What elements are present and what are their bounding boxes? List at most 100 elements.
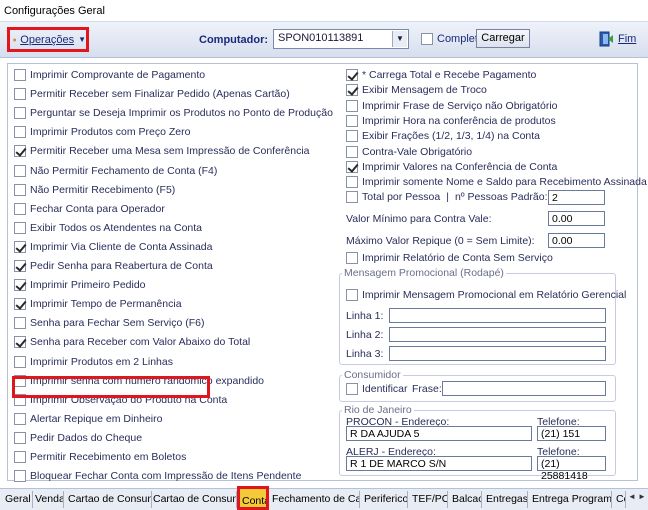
checkbox-box[interactable] [14,298,26,311]
tab-entrega-programada[interactable]: Entrega Programada [530,491,612,508]
right-option-checkbox[interactable]: Exibir Mensagem de Troco [346,83,487,97]
valor-minimo-input[interactable]: 0.00 [548,211,605,226]
tab-geral[interactable]: Geral [3,491,33,508]
right-option-checkbox[interactable]: Contra-Vale Obrigatório [346,145,472,159]
left-option-checkbox[interactable]: Imprimir Primeiro Pedido [14,278,146,292]
checkbox-box[interactable] [346,176,358,189]
tab-balcao[interactable]: Balcao [450,491,482,508]
operacoes-menu-button[interactable]: Operações ▼ [7,27,89,52]
tab-cartao-de-consumo[interactable]: Cartao de Consumo [66,491,152,508]
checkbox-box[interactable] [14,260,26,272]
linha2-input[interactable] [389,327,606,342]
checkbox-box[interactable] [346,289,358,301]
checkbox-box[interactable] [346,114,358,127]
carregar-button[interactable]: Carregar [476,29,530,48]
tab-perifericos[interactable]: Perifericos [362,491,408,508]
left-option-checkbox[interactable]: Permitir Recebimento em Boletos [14,450,186,464]
left-option-checkbox[interactable]: Senha para Receber com Valor Abaixo do T… [14,335,250,349]
dropdown-arrow-icon[interactable]: ▼ [392,31,407,47]
checkbox-box[interactable] [346,191,358,203]
right-option-checkbox[interactable]: Exibir Frações (1/2, 1/3, 1/4) na Conta [346,129,540,143]
tab-vendas[interactable]: Vendas [33,491,64,508]
tab-cartao-de-consumo-2[interactable]: Cartao de Consumo 2 [151,491,237,508]
frase-input[interactable] [442,381,606,396]
checkbox-box[interactable] [346,145,358,158]
checkbox-box[interactable] [14,317,26,330]
linha3-input[interactable] [389,346,606,361]
checkbox-box[interactable] [14,107,26,120]
checkbox-box[interactable] [14,393,26,406]
tab-conta[interactable]: Conta [237,486,269,510]
tab-cc[interactable]: Cc [614,491,626,508]
checkbox-box[interactable] [346,160,358,173]
completo-checkbox[interactable]: Completo [421,33,484,45]
left-option-checkbox[interactable]: Bloquear Fechar Conta com Impressão de I… [14,469,301,483]
imprimir-mensagem-promocional-checkbox[interactable]: Imprimir Mensagem Promocional em Relatór… [346,288,626,302]
left-option-checkbox[interactable]: Imprimir Via Cliente de Conta Assinada [14,240,212,254]
procon-endereco-input[interactable]: R DA AJUDA 5 [346,426,532,441]
checkbox-box[interactable] [14,126,26,139]
left-option-checkbox[interactable]: Pedir Senha para Reabertura de Conta [14,259,213,273]
left-option-checkbox[interactable]: Pedir Dados do Cheque [14,431,142,445]
alerj-telefone-input[interactable]: (21) 25881418 [537,456,606,482]
left-option-checkbox[interactable]: Imprimir Produtos com Preço Zero [14,125,190,139]
maximo-repique-input[interactable]: 0.00 [548,233,605,248]
checkbox-box[interactable] [346,130,358,143]
checkbox-box[interactable] [346,99,358,112]
checkbox-box[interactable] [346,252,358,264]
left-option-checkbox[interactable]: Perguntar se Deseja Imprimir os Produtos… [14,106,333,120]
tab-scroll-left-icon[interactable]: ◄ [628,492,636,501]
checkbox-box[interactable] [14,88,26,101]
right-option-checkbox[interactable]: * Carrega Total e Recebe Pagamento [346,68,536,82]
pessoas-padrao-input[interactable]: 2 [548,190,605,205]
right-option-checkbox[interactable]: Imprimir Hora na conferência de produtos [346,114,556,128]
tab-fechamento-de-caixa[interactable]: Fechamento de Caixa [270,491,360,508]
checkbox-box[interactable] [14,183,26,196]
checkbox-box[interactable] [14,240,26,253]
left-option-checkbox[interactable]: Senha para Fechar Sem Serviço (F6) [14,316,205,330]
left-option-checkbox[interactable]: Imprimir Produtos em 2 Linhas [14,355,173,369]
checkbox-box[interactable] [14,164,26,177]
checkbox-box[interactable] [14,221,26,234]
left-option-checkbox[interactable]: Permitir Receber sem Finalizar Pedido (A… [14,87,290,101]
left-option-checkbox[interactable]: Não Permitir Recebimento (F5) [14,183,175,197]
left-option-checkbox[interactable]: Exibir Todos os Atendentes na Conta [14,221,202,235]
right-option-checkbox[interactable]: Imprimir somente Nome e Saldo para Receb… [346,175,647,189]
tab-entregas[interactable]: Entregas [484,491,528,508]
right-option-checkbox[interactable]: Imprimir Valores na Conferência de Conta [346,160,557,174]
checkbox-box[interactable] [346,84,358,97]
checkbox-box[interactable] [14,431,26,444]
left-option-checkbox[interactable]: Imprimir Comprovante de Pagamento [14,68,205,82]
procon-telefone-input[interactable]: (21) 151 [537,426,606,441]
checkbox-box[interactable] [14,451,26,463]
left-option-checkbox[interactable]: Imprimir Tempo de Permanência [14,297,182,311]
checkbox-box[interactable] [14,355,26,368]
checkbox-box[interactable] [14,374,26,387]
total-por-pessoa-checkbox[interactable]: Total por Pessoa | nº Pessoas Padrão: [346,190,548,204]
checkbox-box[interactable] [421,33,433,45]
checkbox-box[interactable] [346,383,358,395]
tab-scroll-right-icon[interactable]: ► [638,492,646,501]
checkbox-box[interactable] [14,412,26,425]
tab-tef-pos[interactable]: TEF/POS [410,491,448,508]
left-option-checkbox[interactable]: Imprimir senha com número randômico expa… [14,374,264,388]
left-option-checkbox[interactable]: Não Permitir Fechamento de Conta (F4) [14,164,217,178]
checkbox-box[interactable] [14,279,26,292]
right-option-checkbox[interactable]: Imprimir Frase de Serviço não Obrigatóri… [346,99,558,113]
checkbox-box[interactable] [14,470,26,483]
checkbox-box[interactable] [14,202,26,215]
linha1-input[interactable] [389,308,606,323]
left-option-checkbox[interactable]: Alertar Repique em Dinheiro [14,412,162,426]
left-option-checkbox[interactable]: Fechar Conta para Operador [14,202,165,216]
left-option-checkbox[interactable]: Imprimir Observação do Produto na Conta [14,393,227,407]
computador-select[interactable]: SPON010113891 ▼ [273,29,409,49]
imprimir-relatorio-checkbox[interactable]: Imprimir Relatório de Conta Sem Serviço [346,251,553,265]
checkbox-box[interactable] [14,336,26,349]
left-option-checkbox[interactable]: Permitir Receber uma Mesa sem Impressão … [14,144,310,158]
fim-button[interactable]: Fim [598,31,636,47]
alerj-endereco-input[interactable]: R 1 DE MARCO S/N [346,456,532,471]
identificar-checkbox[interactable]: Identificar [346,382,408,396]
checkbox-box[interactable] [14,145,26,158]
checkbox-box[interactable] [346,69,358,81]
checkbox-box[interactable] [14,69,26,81]
